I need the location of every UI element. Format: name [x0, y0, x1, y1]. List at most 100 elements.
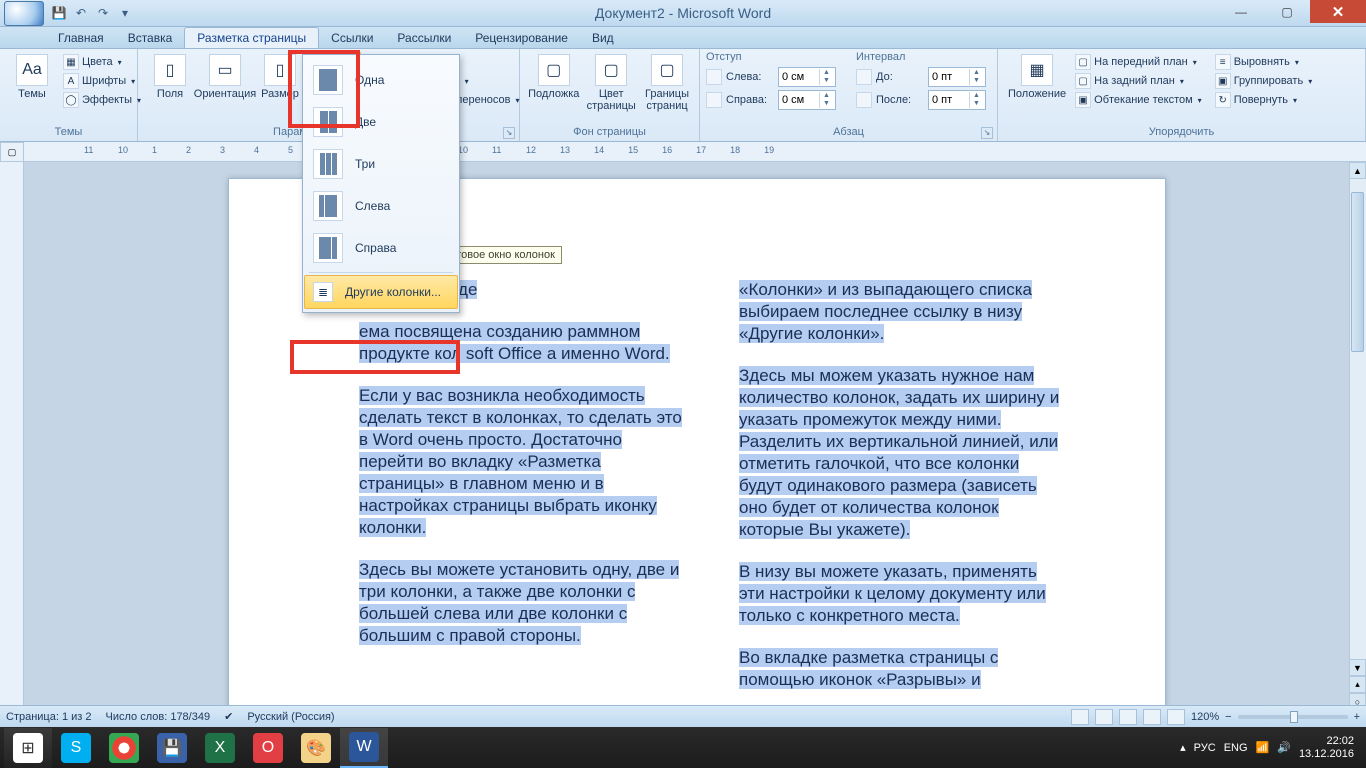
send-back-button[interactable]: ▢На задний план▾ — [1073, 72, 1204, 90]
two-columns-icon — [313, 107, 343, 137]
undo-icon[interactable]: ↶ — [72, 4, 90, 22]
columns-right[interactable]: Справа — [305, 227, 457, 269]
prev-page-button[interactable]: ▴ — [1349, 676, 1366, 693]
tray-keyboard[interactable]: ENG — [1224, 742, 1248, 754]
size-button[interactable]: ▯Размер — [254, 51, 306, 121]
tab-insert[interactable]: Вставка — [116, 28, 185, 48]
view-print-layout[interactable] — [1071, 709, 1089, 725]
status-language[interactable]: Русский (Россия) — [247, 711, 334, 723]
tab-references[interactable]: Ссылки — [319, 28, 385, 48]
status-proofing-icon[interactable]: ✔ — [224, 710, 233, 723]
tray-show-hidden-icon[interactable]: ▴ — [1180, 741, 1186, 754]
theme-effects-button[interactable]: ◯Эффекты▾ — [61, 91, 143, 109]
tab-home[interactable]: Главная — [46, 28, 116, 48]
horizontal-ruler[interactable]: 111012345678910111213141516171819 — [24, 142, 1366, 162]
theme-colors-button[interactable]: ▦Цвета▾ — [61, 53, 143, 71]
close-button[interactable]: ✕ — [1310, 0, 1366, 23]
group-page-background-label: Фон страницы — [526, 124, 693, 141]
scroll-up-button[interactable]: ▲ — [1349, 162, 1366, 179]
wrap-text-button[interactable]: ▣Обтекание текстом▾ — [1073, 91, 1204, 109]
group-obj-button[interactable]: ▣Группировать▾ — [1213, 72, 1315, 90]
position-button[interactable]: ▦Положение — [1004, 51, 1070, 121]
zoom-value[interactable]: 120% — [1191, 711, 1219, 723]
page-color-button[interactable]: ▢Цвет страницы — [584, 51, 638, 121]
tab-page-layout[interactable]: Разметка страницы — [184, 27, 319, 48]
start-button[interactable]: ⊞ — [4, 728, 52, 768]
bring-front-button[interactable]: ▢На передний план▾ — [1073, 53, 1204, 71]
tab-view[interactable]: Вид — [580, 28, 626, 48]
align-icon: ≡ — [1215, 54, 1231, 70]
redo-icon[interactable]: ↷ — [94, 4, 112, 22]
document-area: олбцы в Ворде ема посвящена созданию рам… — [0, 162, 1366, 727]
indent-left-row: Слева:▲▼ — [706, 66, 836, 88]
indent-right-input[interactable]: ▲▼ — [778, 90, 836, 110]
page-borders-icon: ▢ — [651, 54, 683, 86]
spacing-after-input[interactable]: ▲▼ — [928, 90, 986, 110]
tray-network-icon[interactable]: 📶 — [1256, 741, 1270, 754]
status-bar: Страница: 1 из 2 Число слов: 178/349 ✔ Р… — [0, 705, 1366, 727]
qat-more-icon[interactable]: ▾ — [116, 4, 134, 22]
taskbar-paint[interactable]: 🎨 — [292, 728, 340, 768]
theme-fonts-button[interactable]: AШрифты▾ — [61, 72, 143, 90]
columns-one[interactable]: Одна — [305, 59, 457, 101]
view-full-screen[interactable] — [1095, 709, 1113, 725]
orientation-button[interactable]: ▭Ориентация — [199, 51, 251, 121]
group-paragraph-label: Абзац↘ — [706, 124, 991, 141]
page-setup-launcher[interactable]: ↘ — [503, 127, 515, 139]
rotate-button[interactable]: ↻Повернуть▾ — [1213, 91, 1315, 109]
maximize-button[interactable]: ▢ — [1264, 0, 1310, 23]
view-outline[interactable] — [1143, 709, 1161, 725]
group-themes: Aa Темы ▦Цвета▾ AШрифты▾ ◯Эффекты▾ Темы — [0, 49, 138, 141]
ruler-corner[interactable]: ▢ — [0, 142, 24, 162]
spacing-title: Интервал — [856, 51, 986, 63]
office-button[interactable] — [4, 1, 44, 26]
tab-mailings[interactable]: Рассылки — [385, 28, 463, 48]
scroll-down-button[interactable]: ▼ — [1349, 659, 1366, 676]
taskbar-skype[interactable]: S — [52, 728, 100, 768]
taskbar-save[interactable]: 💾 — [148, 728, 196, 768]
margins-button[interactable]: ▯Поля — [144, 51, 196, 121]
columns-two[interactable]: Две — [305, 101, 457, 143]
vertical-scrollbar[interactable]: ▲ ▼ ▴ ○ ▾ — [1349, 162, 1366, 727]
document-column-1: олбцы в Ворде ема посвящена созданию рам… — [359, 279, 685, 711]
tray-clock[interactable]: 22:02 13.12.2016 — [1299, 735, 1354, 761]
scroll-thumb[interactable] — [1351, 192, 1364, 352]
align-button[interactable]: ≡Выровнять▾ — [1213, 53, 1315, 71]
columns-left[interactable]: Слева — [305, 185, 457, 227]
status-page[interactable]: Страница: 1 из 2 — [6, 711, 92, 723]
tray-volume-icon[interactable]: 🔊 — [1277, 741, 1291, 754]
status-words[interactable]: Число слов: 178/349 — [106, 711, 211, 723]
wrap-icon: ▣ — [1075, 92, 1091, 108]
taskbar-opera[interactable]: O — [244, 728, 292, 768]
position-icon: ▦ — [1021, 54, 1053, 86]
minimize-button[interactable]: — — [1218, 0, 1264, 23]
view-web-layout[interactable] — [1119, 709, 1137, 725]
save-icon[interactable]: 💾 — [50, 4, 68, 22]
spacing-before-input[interactable]: ▲▼ — [928, 67, 986, 87]
columns-three[interactable]: Три — [305, 143, 457, 185]
taskbar-excel[interactable]: X — [196, 728, 244, 768]
taskbar-word[interactable]: W — [340, 728, 388, 768]
zoom-thumb[interactable] — [1290, 711, 1298, 723]
watermark-button[interactable]: ▢Подложка — [526, 51, 581, 121]
zoom-out-button[interactable]: − — [1225, 711, 1231, 723]
themes-button[interactable]: Aa Темы — [6, 51, 58, 121]
columns-more[interactable]: ≣Другие колонки... — [304, 275, 458, 309]
indent-title: Отступ — [706, 51, 836, 63]
page-borders-button[interactable]: ▢Границы страниц — [641, 51, 693, 121]
zoom-slider[interactable] — [1238, 715, 1348, 719]
vertical-ruler[interactable] — [0, 162, 24, 727]
tray-lang[interactable]: РУС — [1194, 742, 1216, 754]
effects-icon: ◯ — [63, 92, 79, 108]
taskbar-chrome[interactable]: ● — [100, 728, 148, 768]
zoom-in-button[interactable]: + — [1354, 711, 1360, 723]
orientation-icon: ▭ — [209, 54, 241, 86]
themes-label: Темы — [18, 88, 46, 100]
tab-review[interactable]: Рецензирование — [463, 28, 580, 48]
document-scroll[interactable]: олбцы в Ворде ема посвящена созданию рам… — [24, 162, 1366, 727]
indent-left-input[interactable]: ▲▼ — [778, 67, 836, 87]
fonts-icon: A — [63, 73, 79, 89]
group-icon: ▣ — [1215, 73, 1231, 89]
view-draft[interactable] — [1167, 709, 1185, 725]
paragraph-launcher[interactable]: ↘ — [981, 127, 993, 139]
